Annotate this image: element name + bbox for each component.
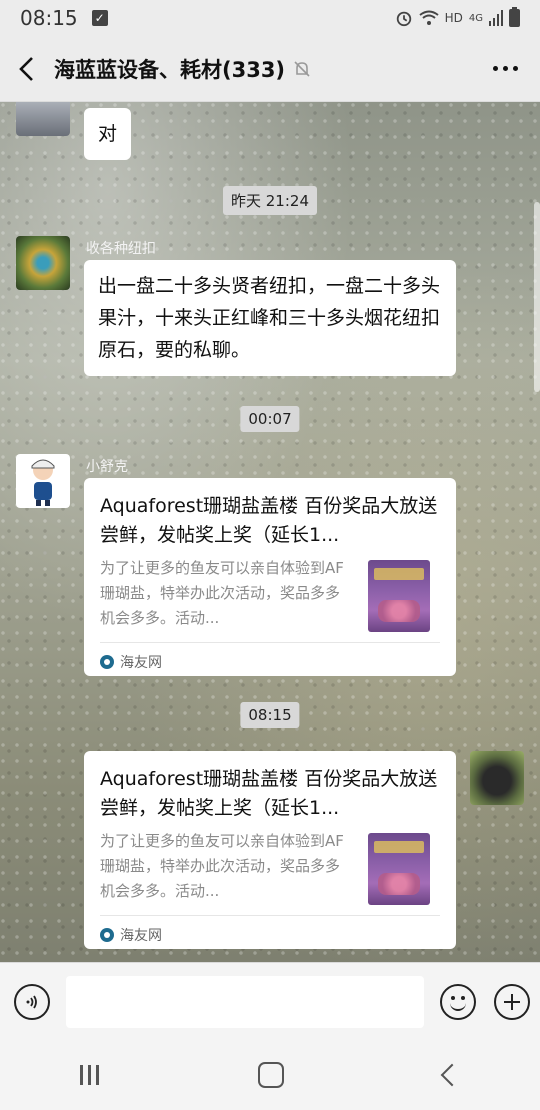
card-title: Aquaforest珊瑚盐盖楼 百份奖品大放送尝鲜，发帖奖上奖（延长1... (100, 768, 438, 819)
notification-icon: ✓ (91, 10, 108, 26)
battery-icon (509, 7, 520, 27)
avatar[interactable] (16, 454, 70, 508)
chevron-left-icon (19, 56, 33, 81)
back-button[interactable] (0, 36, 54, 102)
more-options-button[interactable] (470, 36, 540, 102)
message-input[interactable] (66, 975, 424, 1028)
voice-input-button[interactable] (14, 983, 50, 1020)
message-bubble[interactable]: 对 (84, 108, 132, 160)
card-thumbnail (368, 560, 430, 632)
card-body: 为了让更多的鱼友可以亲自体验到AF珊瑚盐，特举办此次活动，奖品多多机会多多。活动… (100, 556, 440, 632)
system-back-button[interactable] (440, 1063, 464, 1087)
link-card[interactable]: Aquaforest珊瑚盐盖楼 百份奖品大放送尝鲜，发帖奖上奖（延长1... 为… (84, 478, 456, 676)
avatar[interactable] (16, 236, 70, 290)
chat-title: 海蓝蓝设备、耗材(333) (54, 57, 286, 82)
link-card[interactable]: Aquaforest珊瑚盐盖楼 百份奖品大放送尝鲜，发帖奖上奖（延长1... 为… (84, 751, 456, 949)
emoji-icon (450, 1001, 466, 1011)
timestamp: 00:07 (240, 406, 300, 432)
alarm-icon (396, 11, 411, 27)
status-bar: 08:15 ✓ HD 4G (0, 0, 540, 36)
card-source: 海友网 (100, 916, 440, 954)
message-text: 出一盘二十多头贤者纽扣，一盘二十多头果汁，十来头正红峰和三十多头烟花纽扣原石，要… (98, 275, 441, 361)
scrollbar[interactable] (534, 202, 540, 392)
chat-header: 海蓝蓝设备、耗材(333) (0, 36, 540, 102)
home-button[interactable] (258, 1062, 285, 1088)
timestamp: 08:15 (240, 702, 300, 728)
signal-icon (489, 10, 503, 26)
avatar[interactable] (470, 751, 524, 805)
source-logo-icon (100, 928, 114, 942)
mute-bell-icon (294, 60, 310, 77)
card-source: 海友网 (100, 643, 440, 681)
source-name: 海友网 (120, 655, 162, 671)
emoji-icon (451, 995, 455, 1000)
avatar[interactable] (16, 102, 70, 136)
system-nav-bar (0, 1040, 540, 1110)
message-bubble[interactable]: 出一盘二十多头贤者纽扣，一盘二十多头果汁，十来头正红峰和三十多头烟花纽扣原石，要… (84, 260, 456, 376)
dot-icon (502, 66, 508, 71)
status-time: 08:15 (20, 6, 78, 30)
message-text: 对 (98, 123, 118, 145)
emoji-icon (461, 995, 465, 1000)
voice-icon (26, 995, 37, 1008)
sender-name: 收各种纽扣 (86, 241, 156, 257)
timestamp: 昨天 21:24 (223, 186, 317, 215)
signal-label: 4G (468, 12, 483, 24)
recent-icon (87, 1065, 91, 1085)
emoji-button[interactable] (440, 983, 476, 1020)
dot-icon (492, 66, 498, 71)
source-logo-icon (100, 655, 114, 669)
card-description: 为了让更多的鱼友可以亲自体验到AF珊瑚盐，特举办此次活动，奖品多多机会多多。活动… (100, 559, 344, 627)
dot-icon (512, 66, 518, 71)
card-thumbnail (368, 833, 430, 905)
sender-name: 小舒克 (86, 459, 128, 475)
recent-icon (79, 1065, 83, 1085)
recent-icon (95, 1065, 99, 1085)
source-name: 海友网 (120, 928, 162, 944)
more-actions-button[interactable] (494, 983, 530, 1020)
card-description: 为了让更多的鱼友可以亲自体验到AF珊瑚盐，特举办此次活动，奖品多多机会多多。活动… (100, 832, 344, 900)
chat-area[interactable]: 对 昨天 21:24 收各种纽扣 出一盘二十多头贤者纽扣，一盘二十多头果汁，十来… (0, 102, 540, 962)
input-bar (0, 962, 540, 1040)
card-body: 为了让更多的鱼友可以亲自体验到AF珊瑚盐，特举办此次活动，奖品多多机会多多。活动… (100, 829, 440, 905)
network-label: HD (444, 11, 463, 25)
cartoon-pilot-icon (31, 459, 55, 506)
wifi-icon (418, 10, 439, 25)
recent-apps-button[interactable] (79, 1065, 99, 1085)
status-icons: HD 4G (395, 7, 520, 27)
card-title: Aquaforest珊瑚盐盖楼 百份奖品大放送尝鲜，发帖奖上奖（延长1... (100, 495, 438, 546)
